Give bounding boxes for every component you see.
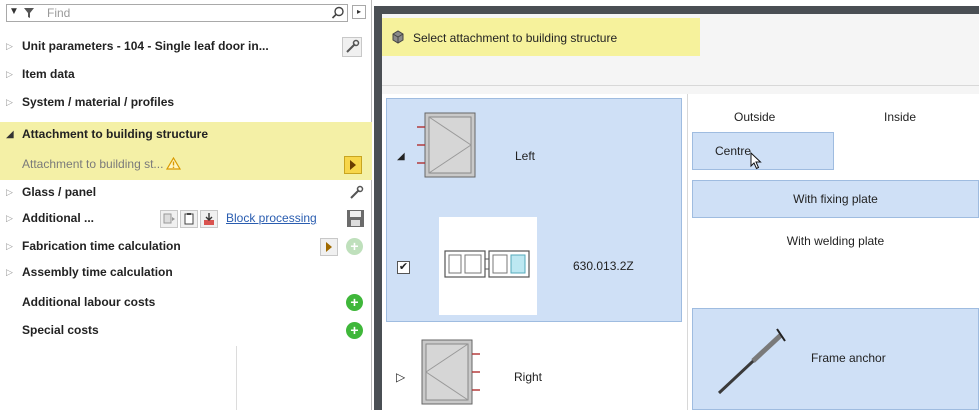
dialog-body: Select attachment to building structure … xyxy=(382,14,979,410)
option-fixing-plate-button[interactable]: With fixing plate xyxy=(692,180,979,218)
expand-arrow-icon[interactable]: ▷ xyxy=(6,69,13,80)
tree-item-attachment-child[interactable]: Attachment to building st... xyxy=(0,150,372,180)
search-bar: ▼ Find ▸ xyxy=(0,0,372,26)
tree-item-special-costs[interactable]: Special costs + xyxy=(0,318,372,344)
tree-item-attachment[interactable]: ◢ Attachment to building structure xyxy=(0,122,372,150)
save-icon[interactable] xyxy=(346,209,365,228)
dialog-title: Select attachment to building structure xyxy=(413,31,618,45)
tree-item-label: Unit parameters - 104 - Single leaf door… xyxy=(22,39,269,53)
execute-icon xyxy=(326,242,332,252)
expand-arrow-icon[interactable]: ▷ xyxy=(6,267,13,278)
profile-card-right[interactable]: ▷ Right xyxy=(386,328,682,410)
options-panel: Outside Inside Centre With fixing plate … xyxy=(688,94,979,410)
plus-icon[interactable]: + xyxy=(346,322,363,339)
profile-list: ◢ Left ✔ 630.013.2Z ▷ Right xyxy=(382,94,688,410)
wrench-icon[interactable] xyxy=(346,183,366,203)
search-input[interactable]: ▼ Find xyxy=(6,4,348,22)
copy-button[interactable] xyxy=(160,210,178,228)
tree-item-system-material-profiles[interactable]: ▷ System / material / profiles xyxy=(0,90,372,116)
expand-arrow-icon[interactable]: ▷ xyxy=(6,187,13,198)
search-options-button[interactable]: ▸ xyxy=(352,5,366,19)
tree-item-label: Glass / panel xyxy=(22,185,97,199)
execute-button[interactable] xyxy=(344,156,362,174)
wrench-icon[interactable] xyxy=(342,37,362,57)
profile-side-label: Right xyxy=(514,370,543,384)
block-processing-link[interactable]: Block processing xyxy=(226,211,317,225)
tree-item-label: Item data xyxy=(22,67,75,81)
execute-button[interactable] xyxy=(320,238,338,256)
search-icon[interactable] xyxy=(331,6,345,20)
search-placeholder: Find xyxy=(47,6,71,20)
tree-item-label: Attachment to building st... xyxy=(22,157,182,171)
copy-icon xyxy=(163,213,175,224)
tree-item-item-data[interactable]: ▷ Item data xyxy=(0,62,372,88)
frame-anchor-icon xyxy=(717,328,786,395)
plus-icon[interactable]: + xyxy=(346,294,363,311)
tree-item-label: Assembly time calculation xyxy=(22,265,173,279)
expand-arrow-icon[interactable]: ▷ xyxy=(6,213,13,224)
import-icon xyxy=(204,213,214,225)
tree-item-label: Additional ... xyxy=(22,211,94,225)
dialog-title-highlight: Select attachment to building structure xyxy=(382,18,700,56)
tree-panel: ▼ Find ▸ ▷ Unit parameters - 104 - Singl… xyxy=(0,0,372,410)
import-button[interactable] xyxy=(200,210,218,228)
mouse-cursor-icon xyxy=(750,152,762,170)
expand-arrow-icon[interactable]: ▷ xyxy=(6,41,13,52)
column-divider xyxy=(236,346,237,410)
option-frame-anchor-button[interactable]: Frame anchor xyxy=(692,308,979,410)
expand-arrow-icon[interactable]: ▷ xyxy=(6,241,13,252)
tree-item-assembly-time[interactable]: ▷ Assembly time calculation xyxy=(0,260,372,286)
attachment-dialog: Select attachment to building structure … xyxy=(374,6,979,410)
window-icon xyxy=(421,339,480,405)
tree-item-label: Attachment to building structure xyxy=(22,127,208,141)
paste-icon xyxy=(184,213,194,225)
profile-section-icon xyxy=(444,250,530,278)
execute-icon xyxy=(350,160,356,170)
tree-item-additional-labour[interactable]: Additional labour costs + xyxy=(0,290,372,316)
tree-item-unit-parameters[interactable]: ▷ Unit parameters - 104 - Single leaf do… xyxy=(0,34,372,60)
option-centre-button[interactable]: Centre xyxy=(692,132,834,170)
option-welding-plate-button[interactable]: With welding plate xyxy=(692,234,979,248)
profile-card-left[interactable]: ◢ Left ✔ 630.013.2Z xyxy=(386,98,682,322)
plus-icon[interactable]: + xyxy=(346,238,363,255)
profile-section-image xyxy=(439,217,537,315)
window-icon xyxy=(417,112,476,178)
funnel-icon[interactable] xyxy=(23,7,35,19)
dialog-title-bar: Select attachment to building structure xyxy=(382,14,979,86)
warning-icon xyxy=(166,157,182,170)
expand-arrow-icon[interactable]: ▷ xyxy=(6,97,13,108)
tree-item-label: Additional labour costs xyxy=(22,295,156,309)
tree-item-label: Special costs xyxy=(22,323,99,337)
collapse-arrow-icon[interactable]: ◢ xyxy=(6,129,14,140)
profile-checkbox[interactable]: ✔ xyxy=(397,261,410,274)
profile-number: 630.013.2Z xyxy=(573,259,634,273)
wall-icon xyxy=(392,30,404,44)
chevron-down-icon[interactable]: ▼ xyxy=(9,6,19,17)
option-inside[interactable]: Inside xyxy=(884,110,916,124)
paste-button[interactable] xyxy=(180,210,198,228)
tree-item-additional[interactable]: ▷ Additional ... Block processing xyxy=(0,206,372,232)
profile-side-label: Left xyxy=(515,149,536,163)
collapse-arrow-icon[interactable]: ◢ xyxy=(397,151,405,162)
tree-item-label: System / material / profiles xyxy=(22,95,175,109)
option-outside[interactable]: Outside xyxy=(734,110,775,124)
expand-arrow-icon[interactable]: ▷ xyxy=(396,370,405,384)
tree-item-glass-panel[interactable]: ▷ Glass / panel xyxy=(0,180,372,206)
tree-item-label: Fabrication time calculation xyxy=(22,239,181,253)
frame-anchor-label: Frame anchor xyxy=(811,351,886,365)
tree-item-fabrication-time[interactable]: ▷ Fabrication time calculation + xyxy=(0,234,372,260)
